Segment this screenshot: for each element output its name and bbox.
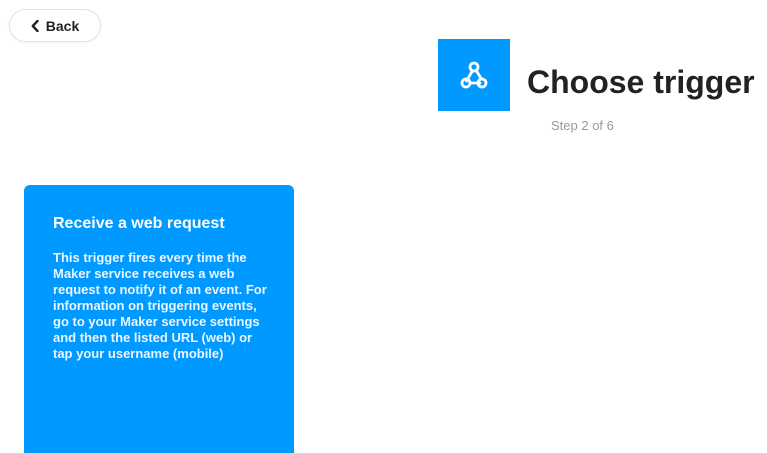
trigger-description: This trigger fires every time the Maker …	[53, 250, 267, 361]
trigger-title: Receive a web request	[53, 215, 225, 232]
choose-trigger-page: Back Choose trigger Step 2 of 6 Receive …	[0, 0, 767, 453]
chevron-left-icon	[31, 19, 39, 32]
webhooks-icon	[460, 61, 488, 89]
trigger-card-receive-web-request[interactable]: Receive a web request This trigger fires…	[24, 185, 294, 453]
back-label: Back	[45, 17, 80, 34]
page-title: Choose trigger	[527, 64, 755, 100]
back-button[interactable]: Back	[9, 9, 101, 42]
service-icon-tile	[438, 39, 510, 111]
step-indicator: Step 2 of 6	[551, 118, 614, 133]
